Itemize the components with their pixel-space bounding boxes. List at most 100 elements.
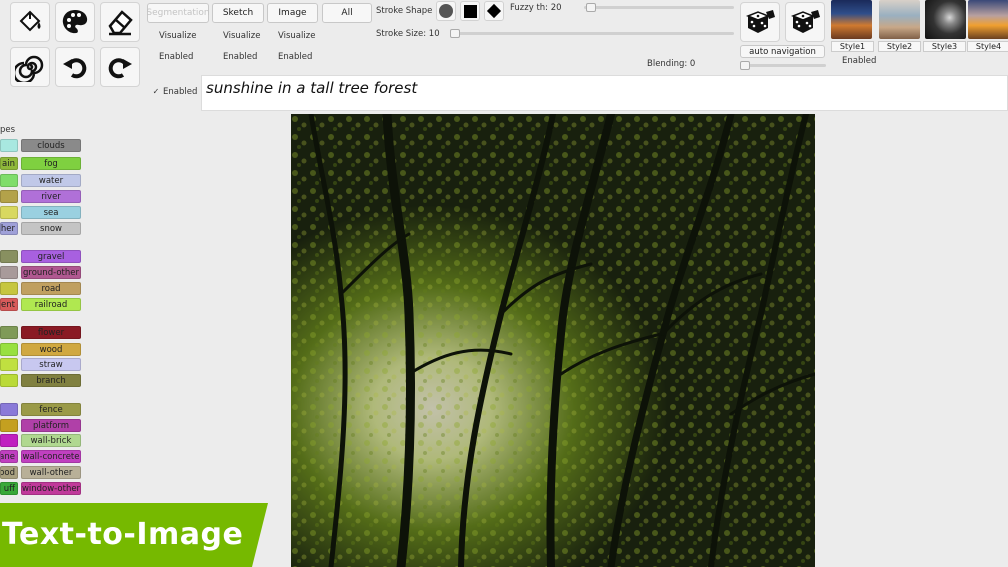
palette-label-left[interactable] — [0, 266, 18, 279]
random-dice-button-1[interactable] — [740, 2, 780, 42]
palette-label-sea[interactable]: sea — [21, 206, 81, 219]
palette-label-left[interactable] — [0, 282, 18, 295]
slider-knob[interactable] — [740, 61, 750, 70]
checkbox-label: Enabled — [163, 87, 198, 97]
dice-icon — [745, 10, 775, 33]
palette-label-left[interactable] — [0, 206, 18, 219]
style3-button[interactable]: Style3 — [923, 41, 966, 52]
stroke-size-slider[interactable] — [450, 29, 734, 38]
undo-button[interactable] — [55, 47, 95, 87]
sketch-visualize-checkbox[interactable]: Visualize — [212, 31, 260, 41]
slider-knob[interactable] — [586, 3, 596, 12]
eraser-icon — [108, 10, 133, 36]
paint-bucket-button[interactable] — [10, 2, 50, 42]
square-shape-button[interactable] — [460, 1, 480, 21]
palette-label-left[interactable] — [0, 374, 18, 387]
random-dice-button-2[interactable] — [785, 2, 825, 42]
palette-label-window-other[interactable]: window-other — [21, 482, 81, 495]
segmentation-mode-button[interactable]: Segmentation — [146, 3, 210, 23]
forest-image — [291, 114, 815, 567]
palette-label-ground-other[interactable]: ground-other — [21, 266, 81, 279]
checkbox-box — [212, 53, 220, 61]
navigation-slider[interactable] — [740, 61, 826, 70]
palette-label-fence[interactable]: fence — [21, 403, 81, 416]
palette-label-left[interactable] — [0, 343, 18, 356]
palette-label-wall-brick[interactable]: wall-brick — [21, 434, 81, 447]
spiral-button[interactable] — [10, 47, 50, 87]
palette-label-left[interactable] — [0, 403, 18, 416]
redo-icon — [108, 58, 132, 79]
palette-label-water[interactable]: water — [21, 174, 81, 187]
palette-icon — [62, 10, 88, 34]
diamond-shape-button[interactable] — [484, 1, 504, 21]
checkbox-label: Enabled — [223, 52, 258, 62]
auto-navigation-button[interactable]: auto navigation — [740, 45, 825, 58]
prompt-text-input[interactable]: sunshine in a tall tree forest — [201, 75, 1008, 111]
palette-label-flower[interactable]: flower — [21, 326, 81, 339]
checkbox-box — [148, 32, 156, 40]
palette-label-railroad[interactable]: railroad — [21, 298, 81, 311]
image-enabled-checkbox[interactable]: Enabled — [267, 52, 312, 62]
palette-label-left[interactable]: her — [0, 222, 18, 235]
checkbox-label: Enabled — [159, 52, 194, 62]
redo-button[interactable] — [100, 47, 140, 87]
circle-shape-button[interactable] — [436, 1, 456, 21]
banner-text: Text-to-Image — [2, 517, 244, 552]
palette-label-gravel[interactable]: gravel — [21, 250, 81, 263]
palette-label-straw[interactable]: straw — [21, 358, 81, 371]
style3-thumbnail[interactable] — [925, 0, 966, 39]
style2-thumbnail[interactable] — [879, 0, 920, 39]
palette-section-title: pes — [0, 125, 16, 135]
slider-knob[interactable] — [450, 29, 460, 38]
palette-label-road[interactable]: road — [21, 282, 81, 295]
palette-label-clouds[interactable]: clouds — [21, 139, 81, 152]
style1-button[interactable]: Style1 — [831, 41, 874, 52]
palette-label-wall-concrete[interactable]: wall-concrete — [21, 450, 81, 463]
undo-icon — [63, 58, 87, 79]
style4-thumbnail[interactable] — [968, 0, 1008, 39]
sketch-enabled-checkbox[interactable]: Enabled — [212, 52, 257, 62]
checkbox-label: Enabled — [842, 56, 877, 66]
style-enabled-checkbox[interactable]: Enabled — [831, 56, 876, 66]
palette-label-wall-other[interactable]: wall-other — [21, 466, 81, 479]
all-mode-button[interactable]: All — [322, 3, 372, 23]
palette-label-left[interactable] — [0, 326, 18, 339]
fuzzy-threshold-slider[interactable] — [584, 3, 734, 12]
palette-label-left[interactable]: ood — [0, 466, 18, 479]
palette-label-platform[interactable]: platform — [21, 419, 81, 432]
image-visualize-checkbox[interactable]: Visualize — [267, 31, 315, 41]
sketch-mode-button[interactable]: Sketch — [212, 3, 264, 23]
checkbox-box — [267, 32, 275, 40]
square-shape-icon — [463, 4, 477, 18]
palette-label-left[interactable] — [0, 139, 18, 152]
palette-label-branch[interactable]: branch — [21, 374, 81, 387]
palette-label-left[interactable] — [0, 190, 18, 203]
palette-button[interactable] — [55, 2, 95, 42]
style1-thumbnail[interactable] — [831, 0, 872, 39]
palette-label-left[interactable] — [0, 174, 18, 187]
palette-label-wood[interactable]: wood — [21, 343, 81, 356]
palette-label-left[interactable] — [0, 434, 18, 447]
palette-label-left[interactable]: ent — [0, 298, 18, 311]
palette-label-left[interactable]: ane — [0, 450, 18, 463]
palette-label-left[interactable]: ain — [0, 157, 18, 170]
checkbox-label: Visualize — [223, 31, 261, 41]
palette-label-snow[interactable]: snow — [21, 222, 81, 235]
eraser-button[interactable] — [100, 2, 140, 42]
checkbox-check: ✓ — [152, 87, 160, 96]
style2-button[interactable]: Style2 — [878, 41, 921, 52]
output-image-canvas[interactable] — [291, 114, 815, 567]
segmentation-enabled-checkbox[interactable]: Enabled — [148, 52, 193, 62]
palette-label-river[interactable]: river — [21, 190, 81, 203]
checkbox-box — [148, 53, 156, 61]
segmentation-visualize-checkbox[interactable]: Visualize — [148, 31, 196, 41]
style4-button[interactable]: Style4 — [967, 41, 1008, 52]
palette-label-left[interactable]: uff — [0, 482, 18, 495]
palette-label-left[interactable] — [0, 250, 18, 263]
image-mode-button[interactable]: Image — [267, 3, 318, 23]
palette-label-left[interactable] — [0, 358, 18, 371]
palette-label-left[interactable] — [0, 419, 18, 432]
prompt-enabled-checkbox[interactable]: ✓ Enabled — [152, 87, 198, 97]
checkbox-box — [212, 32, 220, 40]
palette-label-fog[interactable]: fog — [21, 157, 81, 170]
